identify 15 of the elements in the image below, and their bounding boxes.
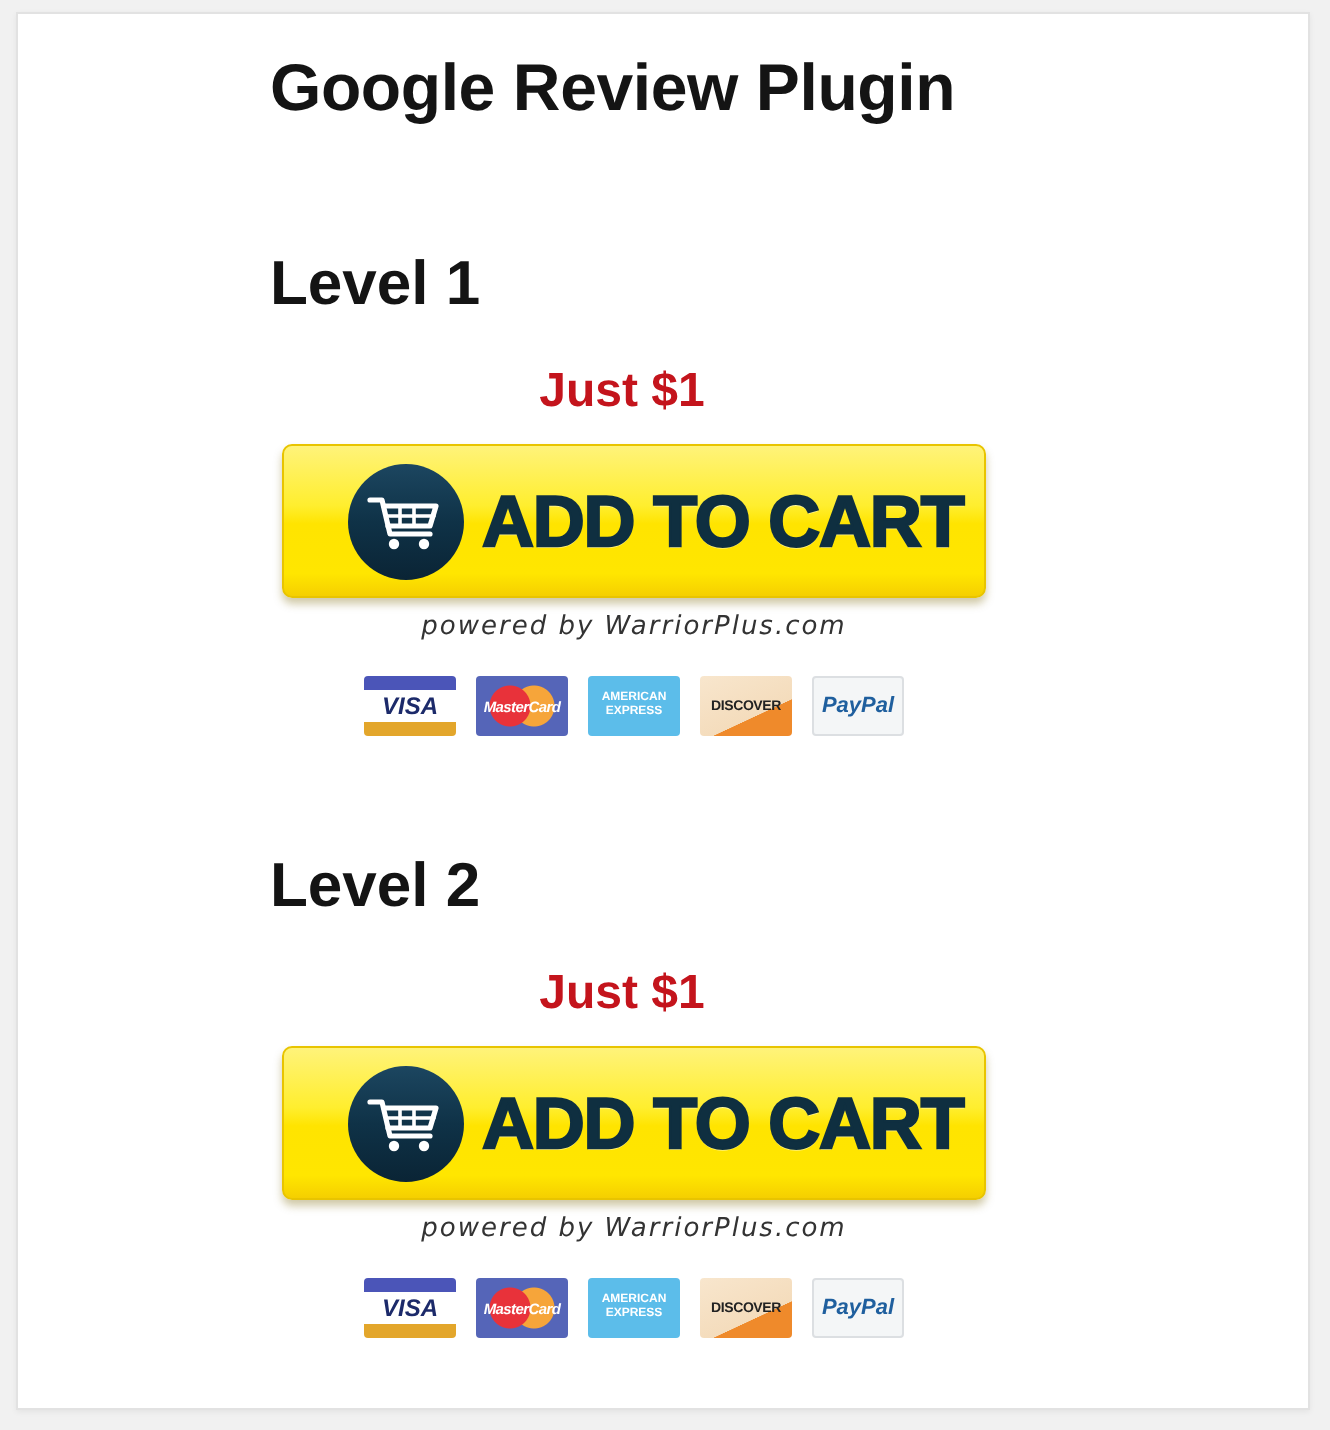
add-to-cart-button[interactable]: ADD TO CART (282, 1046, 986, 1200)
price-label: Just $1 (539, 362, 705, 422)
price-label: Just $1 (539, 964, 705, 1024)
paypal-logo: PayPal (812, 1278, 904, 1338)
level-heading: Level 1 (270, 246, 481, 322)
powered-by-text: powered by WarriorPlus.com (421, 1212, 847, 1248)
shopping-cart-icon (348, 463, 464, 579)
add-to-cart-button[interactable]: ADD TO CART (282, 444, 986, 598)
page-title: Google Review Plugin (270, 48, 956, 128)
visa-logo: VISA (364, 1278, 456, 1338)
shopping-cart-icon (348, 1065, 464, 1181)
paypal-logo: PayPal (812, 676, 904, 736)
powered-by-text: powered by WarriorPlus.com (421, 610, 847, 646)
visa-logo: VISA (364, 676, 456, 736)
level-heading: Level 2 (270, 848, 481, 924)
